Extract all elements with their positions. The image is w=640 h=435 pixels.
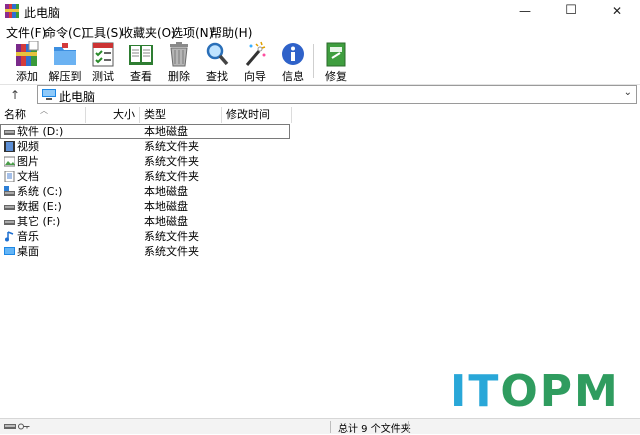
close-button[interactable]: ✕ <box>594 0 640 22</box>
find-label: 查找 <box>206 70 228 83</box>
file-type: 系统文件夹 <box>144 155 199 168</box>
title-bar: 此电脑 — ☐ ✕ <box>0 0 640 22</box>
test-label: 测试 <box>92 70 114 83</box>
test-button[interactable]: 测试 <box>82 40 124 84</box>
sort-up-arrow-icon: ︿ <box>40 106 48 115</box>
checklist-icon <box>92 42 114 67</box>
file-name: 数据 (E:) <box>17 200 62 213</box>
add-button[interactable]: 添加 <box>6 40 48 84</box>
status-separator <box>330 421 331 433</box>
file-name: 其它 (F:) <box>17 215 61 228</box>
repair-button[interactable]: 修复 <box>315 40 357 84</box>
wizard-label: 向导 <box>244 70 266 83</box>
chevron-down-icon[interactable]: ⌄ <box>624 87 632 98</box>
list-item[interactable]: 系统 (C:) 本地磁盘 <box>0 184 300 199</box>
system-drive-icon <box>4 186 15 196</box>
menu-command[interactable]: 命令(C) <box>44 24 86 41</box>
drive-icon <box>4 220 15 225</box>
repair-kit-icon <box>326 42 346 67</box>
file-type: 本地磁盘 <box>144 215 188 228</box>
pictures-folder-icon <box>4 156 15 167</box>
video-folder-icon <box>4 141 15 152</box>
address-field[interactable]: 此电脑 ⌄ <box>37 85 637 104</box>
open-book-icon <box>129 45 153 65</box>
file-name: 图片 <box>17 155 39 168</box>
music-folder-icon <box>5 231 14 242</box>
status-bar: 总计 9 个文件夹 <box>0 418 640 435</box>
list-item[interactable]: 数据 (E:) 本地磁盘 <box>0 199 300 214</box>
file-name: 桌面 <box>17 245 39 258</box>
menu-bar: 文件(F) 命令(C) 工具(S) 收藏夹(O) 选项(N) 帮助(H) <box>0 22 640 40</box>
file-name: 视频 <box>17 140 39 153</box>
file-type: 系统文件夹 <box>144 140 199 153</box>
menu-tools[interactable]: 工具(S) <box>82 24 123 41</box>
file-type: 系统文件夹 <box>144 245 199 258</box>
address-bar: ↑ 此电脑 ⌄ <box>0 85 640 105</box>
magnifier-icon <box>206 42 229 66</box>
documents-folder-icon <box>4 171 15 182</box>
list-item[interactable]: 其它 (F:) 本地磁盘 <box>0 214 300 229</box>
extract-to-label: 解压到 <box>48 70 82 83</box>
delete-label: 删除 <box>168 70 190 83</box>
menu-file[interactable]: 文件(F) <box>6 24 46 41</box>
winrar-app-icon <box>5 4 19 18</box>
minimize-button[interactable]: — <box>502 0 548 22</box>
info-icon <box>282 43 304 65</box>
delete-button[interactable]: 删除 <box>158 40 200 84</box>
file-type: 系统文件夹 <box>144 170 199 183</box>
up-folder-button[interactable]: ↑ <box>6 86 24 104</box>
column-header-modified[interactable]: 修改时间 <box>222 107 292 123</box>
file-name: 音乐 <box>17 230 39 243</box>
list-item[interactable]: 音乐 系统文件夹 <box>0 229 300 244</box>
list-item[interactable]: 桌面 系统文件夹 <box>0 244 300 259</box>
books-stack-icon <box>16 41 39 66</box>
drive-status-icon[interactable] <box>4 422 16 431</box>
desktop-folder-icon <box>4 247 15 255</box>
view-button[interactable]: 查看 <box>120 40 162 84</box>
file-type: 本地磁盘 <box>144 125 188 138</box>
view-label: 查看 <box>130 70 152 83</box>
file-name: 系统 (C:) <box>17 185 63 198</box>
list-item[interactable]: 视频 系统文件夹 <box>0 139 300 154</box>
file-name: 文档 <box>17 170 39 183</box>
menu-help[interactable]: 帮助(H) <box>210 24 252 41</box>
column-name-label: 名称 <box>4 108 26 121</box>
wizard-button[interactable]: 向导 <box>234 40 276 84</box>
toolbar-separator <box>313 44 314 78</box>
window-title: 此电脑 <box>24 6 61 20</box>
key-status-icon[interactable] <box>18 422 30 431</box>
list-item[interactable]: 软件 (D:) 本地磁盘 <box>0 124 290 139</box>
itopm-watermark-logo: ITOPM <box>450 366 620 417</box>
info-label: 信息 <box>282 70 304 83</box>
menu-options[interactable]: 选项(N) <box>171 24 213 41</box>
maximize-button[interactable]: ☐ <box>548 0 594 22</box>
drive-icon <box>4 130 15 135</box>
repair-label: 修复 <box>325 70 347 83</box>
folder-extract-icon <box>54 43 76 65</box>
drive-icon <box>4 205 15 210</box>
list-item[interactable]: 文档 系统文件夹 <box>0 169 300 184</box>
column-header-type[interactable]: 类型 <box>140 107 222 123</box>
file-type: 本地磁盘 <box>144 185 188 198</box>
watermark-part-2: OPM <box>500 366 620 417</box>
extract-to-button[interactable]: 解压到 <box>44 40 86 84</box>
magic-wand-icon <box>245 41 266 66</box>
status-separator <box>408 421 409 433</box>
column-header-name[interactable]: 名称 ︿ <box>0 106 86 123</box>
toolbar: 添加 解压到 测试 查看 删除 查找 向导 信息 修复 <box>0 40 640 85</box>
file-type: 本地磁盘 <box>144 200 188 213</box>
add-label: 添加 <box>16 70 38 83</box>
trash-can-icon <box>170 42 188 67</box>
find-button[interactable]: 查找 <box>196 40 238 84</box>
file-name: 软件 (D:) <box>17 125 64 138</box>
computer-icon <box>42 89 56 100</box>
file-type: 系统文件夹 <box>144 230 199 243</box>
watermark-part-1: IT <box>450 366 501 417</box>
column-header-size[interactable]: 大小 <box>86 107 140 123</box>
menu-favorites[interactable]: 收藏夹(O) <box>121 24 176 41</box>
address-path: 此电脑 <box>59 90 96 104</box>
list-item[interactable]: 图片 系统文件夹 <box>0 154 300 169</box>
info-button[interactable]: 信息 <box>272 40 314 84</box>
